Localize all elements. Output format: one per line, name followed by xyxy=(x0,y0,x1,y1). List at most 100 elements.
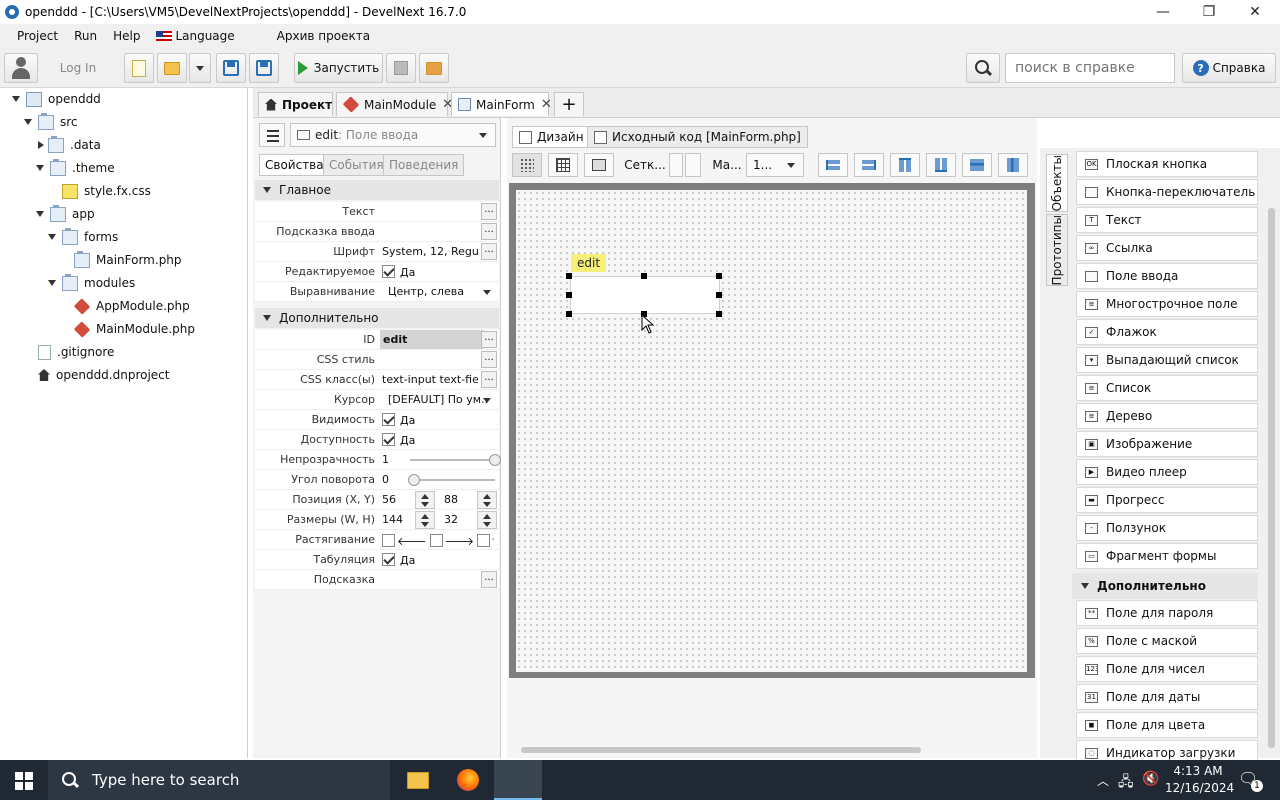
form-border-button[interactable] xyxy=(584,153,614,177)
resize-handle[interactable] xyxy=(566,292,572,298)
open-dropdown-button[interactable] xyxy=(189,53,211,83)
tab-behaviours[interactable]: Поведения xyxy=(383,154,465,176)
tree-item-theme[interactable]: .theme xyxy=(36,157,115,179)
expand-arrow-icon[interactable] xyxy=(48,234,56,240)
save-all-button[interactable] xyxy=(249,53,279,83)
prop-css-style[interactable]: CSS стиль... xyxy=(255,350,499,370)
object-selector[interactable]: edit: Поле ввода xyxy=(290,123,496,147)
grid-size-input-x[interactable] xyxy=(669,153,683,177)
tree-item-dnproject[interactable]: openddd.dnproject xyxy=(38,364,169,386)
prop-opacity[interactable]: Непрозрачность 1 xyxy=(255,450,501,470)
prop-size[interactable]: Размеры (W, H) 144 32 xyxy=(255,510,499,530)
open-project-button[interactable] xyxy=(157,53,187,83)
align-center-h-button[interactable] xyxy=(962,153,992,177)
help-search-input[interactable] xyxy=(1005,53,1175,83)
prop-rotation[interactable]: Угол поворота 0 xyxy=(255,470,499,490)
new-project-button[interactable] xyxy=(124,53,154,83)
palette-item[interactable]: ✓ Флажок xyxy=(1076,319,1258,345)
tree-item-openddd[interactable]: openddd xyxy=(12,88,101,110)
align-center-v-button[interactable] xyxy=(998,153,1028,177)
tab-source-code[interactable]: Исходный код [MainForm.php] xyxy=(587,126,808,148)
menu-help[interactable]: Help xyxy=(105,29,148,43)
anchor-top-checkbox[interactable] xyxy=(477,534,490,547)
tab-events[interactable]: События xyxy=(323,154,390,176)
palette-item[interactable]: ∞ Ссылка xyxy=(1076,235,1258,261)
prop-anchors[interactable]: Растягивание 🡐🡒🡑🡓 xyxy=(255,530,499,550)
tab-objects[interactable]: Объекты xyxy=(1046,154,1068,212)
tree-item-gitignore[interactable]: .gitignore xyxy=(38,341,114,363)
x-stepper[interactable] xyxy=(415,491,435,509)
align-left-button[interactable] xyxy=(818,153,848,177)
menu-project[interactable]: Project xyxy=(9,29,66,43)
prop-prompt[interactable]: Подсказка ввода... xyxy=(255,222,499,242)
menu-language[interactable]: Language xyxy=(148,29,242,43)
tree-item-mainform[interactable]: MainForm.php xyxy=(74,249,182,271)
tab-design[interactable]: Дизайн xyxy=(512,126,591,148)
prop-tab-stop[interactable]: Табуляция Да xyxy=(255,550,499,570)
develnext-taskbar-icon[interactable] xyxy=(494,760,542,800)
tab-prototypes[interactable]: Прототипы xyxy=(1046,214,1068,286)
menu-run[interactable]: Run xyxy=(66,29,105,43)
edit-button[interactable]: ... xyxy=(481,331,497,348)
zoom-select[interactable]: 1... xyxy=(746,153,804,177)
prop-visible[interactable]: Видимость Да xyxy=(255,410,499,430)
close-tab-icon[interactable]: ✕ xyxy=(541,97,552,112)
palette-item[interactable]: ▭ Фрагмент формы xyxy=(1076,543,1258,569)
tab-mainmodule[interactable]: MainModule ✕ xyxy=(336,92,453,116)
chevron-up-icon[interactable]: ︿ xyxy=(1097,772,1109,789)
prop-alignment[interactable]: Выравнивание Центр, слева xyxy=(255,282,499,302)
expand-arrow-icon[interactable] xyxy=(12,96,20,102)
volume-muted-icon[interactable]: 🔇 xyxy=(1142,771,1159,787)
tab-stop-checkbox[interactable] xyxy=(382,553,395,566)
prop-text[interactable]: Текст... xyxy=(255,202,499,222)
tree-item-app[interactable]: app xyxy=(36,203,95,225)
palette-item[interactable]: 123Поле для чисел xyxy=(1076,656,1258,682)
resize-handle[interactable] xyxy=(566,273,572,279)
palette-item[interactable]: - Ползунок xyxy=(1076,515,1258,541)
collapse-arrow-icon[interactable] xyxy=(38,141,44,149)
resize-handle[interactable] xyxy=(641,273,647,279)
chevron-down-icon[interactable] xyxy=(483,398,491,403)
search-button[interactable] xyxy=(966,53,1000,83)
palette-item[interactable]: ▣ Изображение xyxy=(1076,431,1258,457)
palette-item[interactable]: ▬ Прогресс xyxy=(1076,487,1258,513)
enabled-checkbox[interactable] xyxy=(382,433,395,446)
vertical-scrollbar[interactable] xyxy=(1265,148,1279,758)
horizontal-scrollbar[interactable] xyxy=(507,743,1037,757)
edit-button[interactable]: ... xyxy=(481,223,497,240)
edit-button[interactable]: ... xyxy=(481,203,497,220)
width-stepper[interactable] xyxy=(415,511,435,529)
firefox-icon[interactable] xyxy=(444,760,492,800)
y-stepper[interactable] xyxy=(477,491,497,509)
minimize-button[interactable]: — xyxy=(1140,0,1186,24)
tree-item-data[interactable]: .data xyxy=(36,134,101,156)
save-button[interactable] xyxy=(216,53,246,83)
prop-enabled[interactable]: Доступность Да xyxy=(255,430,499,450)
tab-properties[interactable]: Свойства xyxy=(259,154,330,176)
resize-handle[interactable] xyxy=(566,311,572,317)
editable-checkbox[interactable] xyxy=(382,265,395,278)
resize-handle[interactable] xyxy=(716,311,722,317)
anchor-right-checkbox[interactable] xyxy=(429,534,443,547)
edit-button[interactable]: ... xyxy=(481,351,497,368)
taskbar-search[interactable]: Type here to search xyxy=(48,760,390,800)
edit-button[interactable]: ... xyxy=(481,571,497,588)
tab-mainform[interactable]: MainForm ✕ xyxy=(451,92,552,116)
align-right-button[interactable] xyxy=(854,153,884,177)
menu-button[interactable] xyxy=(259,123,285,147)
tree-item-appmodule[interactable]: AppModule.php xyxy=(73,295,190,317)
anchor-left-checkbox[interactable] xyxy=(382,534,395,547)
palette-item[interactable]: ≡ Дерево xyxy=(1076,403,1258,429)
palette-item[interactable]: % Поле с маской xyxy=(1076,628,1258,654)
expand-arrow-icon[interactable] xyxy=(36,211,44,217)
height-stepper[interactable] xyxy=(477,511,497,529)
resize-handle[interactable] xyxy=(716,273,722,279)
section-extra[interactable]: Дополнительно xyxy=(255,308,499,328)
palette-item[interactable]: ▶ Видео плеер xyxy=(1076,459,1258,485)
add-tab-button[interactable]: + xyxy=(554,92,584,116)
edit-field-preview[interactable] xyxy=(570,276,720,314)
edit-button[interactable]: ... xyxy=(481,371,497,388)
grid-lines-button[interactable] xyxy=(548,153,578,177)
rotation-slider[interactable] xyxy=(410,479,495,481)
palette-section-extra[interactable]: Дополнительно xyxy=(1072,573,1258,599)
